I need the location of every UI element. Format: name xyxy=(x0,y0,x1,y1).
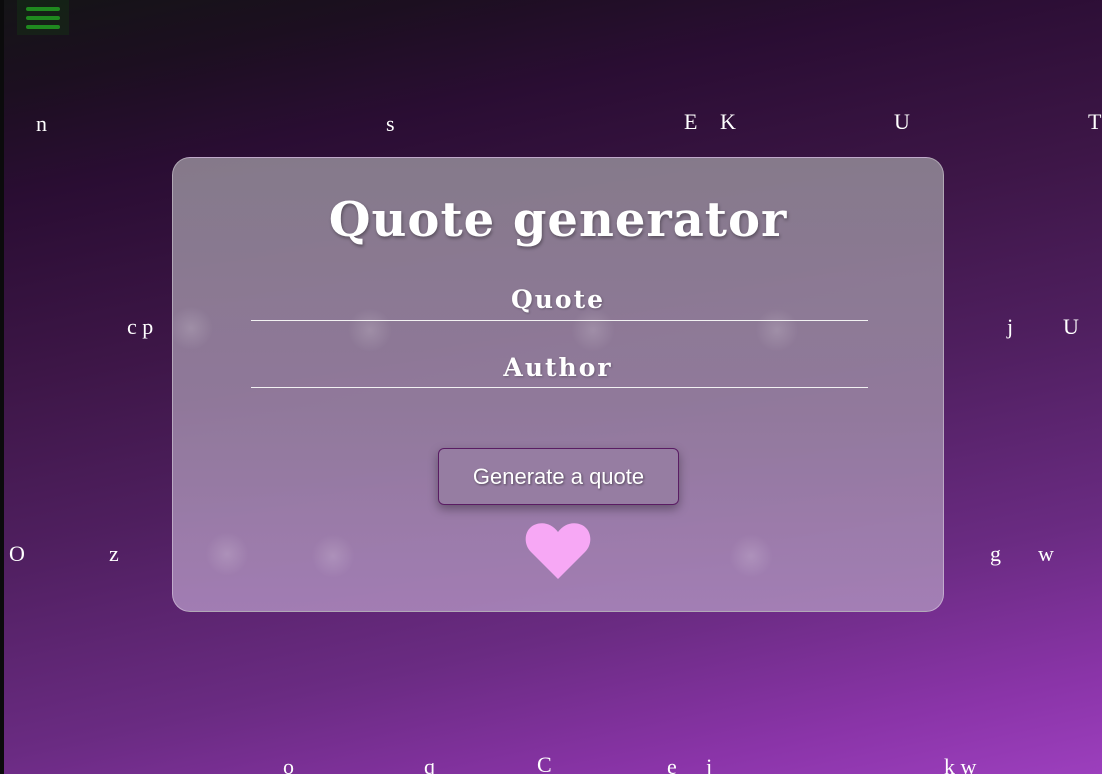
menu-bar-2 xyxy=(26,15,60,20)
background-letter: c p xyxy=(127,314,154,339)
bubble-glow xyxy=(173,306,213,350)
background-letter: z xyxy=(109,541,119,566)
background-letter: o xyxy=(283,754,294,774)
background-letter: U xyxy=(894,109,910,134)
bubble-glow xyxy=(755,308,799,352)
background-letter: O xyxy=(9,541,25,566)
background-letter: E xyxy=(684,109,698,134)
background-letter: s xyxy=(386,111,395,136)
quote-card: Quote generator Quote Author Generate a … xyxy=(172,157,944,612)
hamburger-menu-icon[interactable] xyxy=(17,0,69,35)
bubble-glow xyxy=(571,308,615,352)
background-letter: e xyxy=(667,754,677,774)
background-letter: j xyxy=(706,754,713,774)
author-text: Author xyxy=(503,353,613,382)
bubble-glow xyxy=(729,534,773,578)
page-title: Quote generator xyxy=(328,192,788,248)
window-left-edge xyxy=(0,0,4,774)
quote-text: Quote xyxy=(510,285,606,314)
background-letter: g xyxy=(990,541,1001,566)
bubble-glow xyxy=(348,308,392,352)
background-letter: q xyxy=(424,754,435,774)
background-letter: n xyxy=(36,111,47,136)
heart-icon[interactable] xyxy=(525,521,591,581)
background-letter: K xyxy=(720,109,736,134)
bubble-glow xyxy=(311,534,355,578)
generate-quote-button[interactable]: Generate a quote xyxy=(438,448,679,505)
background-letter: k w xyxy=(944,754,977,774)
quote-underline xyxy=(251,320,868,321)
background-letter: T xyxy=(1088,109,1102,134)
menu-bar-3 xyxy=(26,24,60,29)
background-letter: w xyxy=(1038,541,1054,566)
background-letter: C xyxy=(537,752,552,774)
background-letter: j xyxy=(1007,314,1014,339)
bubble-glow xyxy=(205,532,249,576)
menu-bar-1 xyxy=(26,6,60,11)
author-underline xyxy=(251,387,868,388)
background-letter: U xyxy=(1063,314,1079,339)
